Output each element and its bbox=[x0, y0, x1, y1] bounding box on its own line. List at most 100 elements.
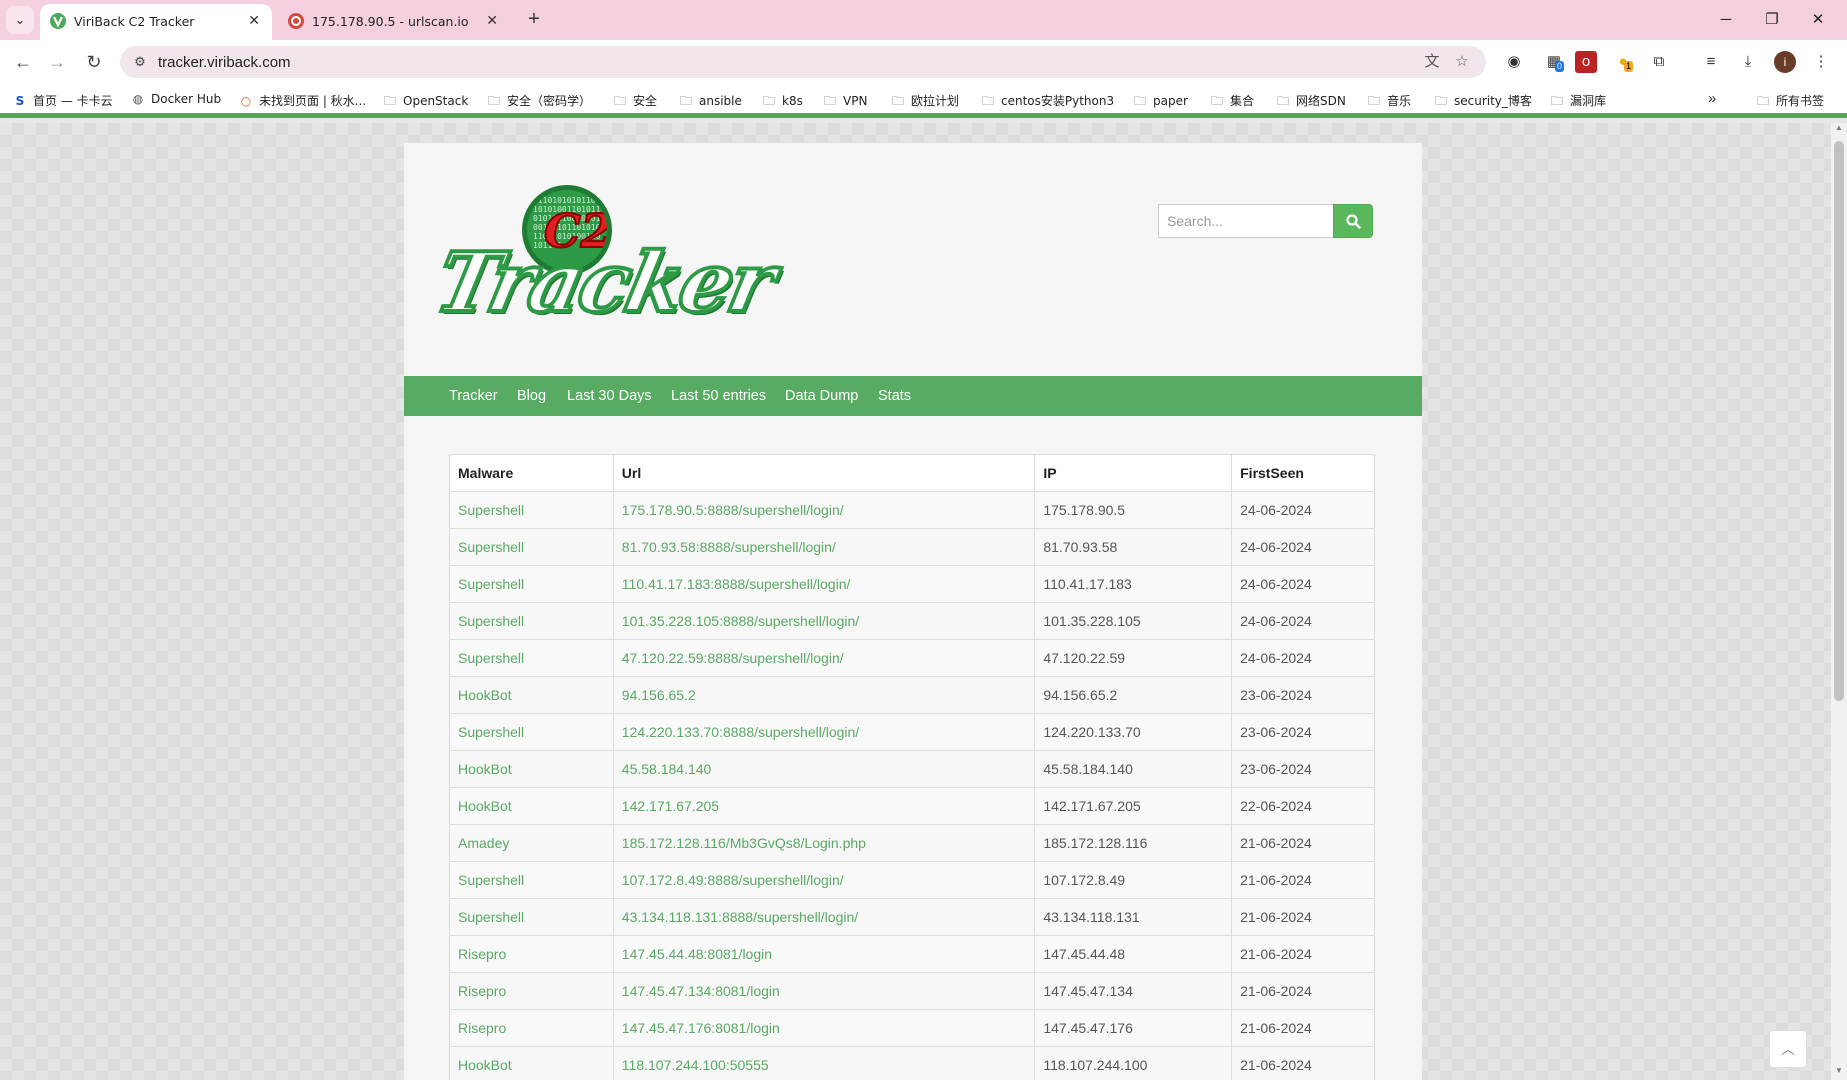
cell-url[interactable]: 47.120.22.59:8888/supershell/login/ bbox=[612, 639, 1036, 677]
bookmark-item[interactable]: 🗀 centos安装Python3 bbox=[980, 92, 1114, 113]
tab-search-chevron-icon[interactable]: ⌄ bbox=[6, 6, 34, 34]
extension-2-icon[interactable]: ▦ 0 bbox=[1543, 51, 1565, 73]
cell-malware[interactable]: Supershell bbox=[449, 898, 614, 936]
bookmarks-overflow-chevron-icon[interactable]: » bbox=[1708, 90, 1716, 107]
bookmark-label: 集合 bbox=[1230, 94, 1255, 108]
address-url[interactable]: tracker.viriback.com bbox=[158, 54, 291, 71]
search-button[interactable] bbox=[1333, 204, 1373, 238]
cell-malware[interactable]: Supershell bbox=[449, 491, 614, 529]
menu-kebab-icon[interactable]: ⋮ bbox=[1810, 51, 1832, 73]
bookmark-item[interactable]: 🗀 安全 bbox=[612, 92, 657, 113]
bookmark-item[interactable]: 🗀 欧拉计划 bbox=[890, 92, 959, 113]
cell-url[interactable]: 118.107.244.100:50555 bbox=[612, 1046, 1036, 1080]
nav-tracker[interactable]: Tracker bbox=[449, 388, 498, 404]
scroll-up-arrow-icon[interactable]: ▲ bbox=[1831, 123, 1847, 137]
bookmark-item[interactable]: 🗀 VPN bbox=[822, 92, 867, 113]
nav-data-dump[interactable]: Data Dump bbox=[785, 388, 858, 404]
cell-malware[interactable]: Supershell bbox=[449, 602, 614, 640]
nav-stats[interactable]: Stats bbox=[878, 388, 911, 404]
site-info-icon[interactable]: ⚙ bbox=[128, 50, 152, 74]
bookmark-item[interactable]: S 首页 — 卡卡云 bbox=[12, 92, 113, 109]
bookmark-label: 欧拉计划 bbox=[911, 94, 960, 108]
cell-url[interactable]: 175.178.90.5:8888/supershell/login/ bbox=[612, 491, 1036, 529]
cell-url[interactable]: 147.45.47.134:8081/login bbox=[612, 972, 1036, 1010]
reload-icon[interactable]: ↻ bbox=[79, 47, 109, 77]
cell-malware[interactable]: Risepro bbox=[449, 1009, 614, 1047]
close-tab-icon[interactable]: ✕ bbox=[248, 12, 260, 29]
bookmark-item[interactable]: 🗀 paper bbox=[1132, 92, 1188, 113]
close-tab-icon[interactable]: ✕ bbox=[486, 12, 498, 29]
nav-last-30-days[interactable]: Last 30 Days bbox=[567, 388, 652, 404]
tab-urlscan[interactable]: 175.178.90.5 - urlscan.io ✕ bbox=[278, 4, 510, 40]
close-window-icon[interactable]: ✕ bbox=[1795, 0, 1841, 40]
bookmark-item[interactable]: ◍ Docker Hub bbox=[130, 92, 221, 106]
bookmark-item[interactable]: 🗀 音乐 bbox=[1366, 92, 1411, 113]
cell-url[interactable]: 110.41.17.183:8888/supershell/login/ bbox=[612, 565, 1036, 603]
back-arrow-icon[interactable]: ← bbox=[8, 47, 38, 77]
cell-malware[interactable]: HookBot bbox=[449, 750, 614, 788]
cell-malware[interactable]: Supershell bbox=[449, 565, 614, 603]
bookmark-item[interactable]: 🗀 k8s bbox=[761, 92, 803, 113]
bookmark-item[interactable]: 🗀 网络SDN bbox=[1275, 92, 1346, 113]
page-scrollbar[interactable]: ▲ ▼ bbox=[1831, 123, 1847, 1080]
cell-malware[interactable]: HookBot bbox=[449, 787, 614, 825]
cell-url[interactable]: 107.172.8.49:8888/supershell/login/ bbox=[612, 861, 1036, 899]
cell-malware[interactable]: Supershell bbox=[449, 528, 614, 566]
search-input[interactable] bbox=[1158, 204, 1334, 238]
cell-malware[interactable]: Amadey bbox=[449, 824, 614, 862]
bookmark-item[interactable]: 🗀 漏洞库 bbox=[1549, 92, 1606, 113]
translate-icon[interactable]: 文 bbox=[1422, 52, 1442, 72]
scroll-to-top-button[interactable]: ︿ bbox=[1769, 1030, 1807, 1068]
cell-malware[interactable]: HookBot bbox=[449, 1046, 614, 1080]
cell-url[interactable]: 142.171.67.205 bbox=[612, 787, 1036, 825]
cell-url[interactable]: 147.45.47.176:8081/login bbox=[612, 1009, 1036, 1047]
extension-3-icon[interactable]: o bbox=[1575, 51, 1597, 73]
cell-url[interactable]: 45.58.184.140 bbox=[612, 750, 1036, 788]
cell-malware[interactable]: Risepro bbox=[449, 935, 614, 973]
site-logo[interactable]: 0110101010110010101001101011010101100101… bbox=[426, 185, 783, 333]
cell-ip: 142.171.67.205 bbox=[1034, 787, 1233, 825]
extension-4-icon[interactable]: ● 1 bbox=[1612, 51, 1634, 73]
nav-last-50-entries[interactable]: Last 50 entries bbox=[671, 388, 766, 404]
bookmark-item[interactable]: ○ 未找到页面 | 秋水... bbox=[238, 92, 366, 109]
forward-arrow-icon[interactable]: → bbox=[42, 47, 72, 77]
cell-url[interactable]: 147.45.44.48:8081/login bbox=[612, 935, 1036, 973]
media-controls-icon[interactable]: ≡ bbox=[1700, 51, 1722, 73]
cell-malware[interactable]: Risepro bbox=[449, 972, 614, 1010]
new-tab-plus-icon[interactable]: + bbox=[520, 6, 548, 34]
all-bookmarks[interactable]: 🗀 所有书签 bbox=[1755, 92, 1824, 113]
cell-malware[interactable]: Supershell bbox=[449, 861, 614, 899]
extension-1-icon[interactable]: ◉ bbox=[1503, 51, 1525, 73]
viriback-v-icon bbox=[50, 13, 66, 29]
cell-url[interactable]: 124.220.133.70:8888/supershell/login/ bbox=[612, 713, 1036, 751]
tab-viriback[interactable]: ViriBack C2 Tracker ✕ bbox=[40, 4, 272, 40]
bookmark-item[interactable]: 🗀 OpenStack bbox=[382, 92, 468, 113]
scroll-down-arrow-icon[interactable]: ▼ bbox=[1831, 1066, 1847, 1080]
cell-firstseen: 22-06-2024 bbox=[1231, 787, 1375, 825]
cell-url[interactable]: 185.172.128.116/Mb3GvQs8/Login.php bbox=[612, 824, 1036, 862]
cell-ip: 94.156.65.2 bbox=[1034, 676, 1233, 714]
profile-avatar[interactable]: i bbox=[1774, 51, 1796, 73]
cell-malware[interactable]: Supershell bbox=[449, 713, 614, 751]
extensions-puzzle-icon[interactable]: ⧉ bbox=[1648, 51, 1670, 73]
bookmark-item[interactable]: 🗀 集合 bbox=[1209, 92, 1254, 113]
scrollbar-thumb[interactable] bbox=[1834, 141, 1844, 701]
bookmark-item[interactable]: 🗀 安全（密码学） bbox=[486, 92, 591, 113]
bookmark-item[interactable]: 🗀 security_博客 bbox=[1433, 92, 1532, 113]
minimize-icon[interactable]: ─ bbox=[1703, 0, 1749, 40]
cell-malware[interactable]: HookBot bbox=[449, 676, 614, 714]
cell-firstseen: 24-06-2024 bbox=[1231, 565, 1375, 603]
address-bar[interactable]: ⚙ tracker.viriback.com 文 ☆ bbox=[120, 46, 1486, 78]
nav-blog[interactable]: Blog bbox=[517, 388, 546, 404]
cell-url[interactable]: 101.35.228.105:8888/supershell/login/ bbox=[612, 602, 1036, 640]
bookmark-star-icon[interactable]: ☆ bbox=[1452, 52, 1472, 72]
bookmark-label: 所有书签 bbox=[1776, 94, 1825, 108]
bookmark-item[interactable]: 🗀 ansible bbox=[678, 92, 742, 113]
cell-malware[interactable]: Supershell bbox=[449, 639, 614, 677]
cell-url[interactable]: 43.134.118.131:8888/supershell/login/ bbox=[612, 898, 1036, 936]
extension-badge: 0 bbox=[1555, 61, 1565, 72]
cell-url[interactable]: 94.156.65.2 bbox=[612, 676, 1036, 714]
downloads-icon[interactable]: ⤓ bbox=[1737, 51, 1759, 73]
restore-icon[interactable]: ❐ bbox=[1749, 0, 1795, 40]
cell-url[interactable]: 81.70.93.58:8888/supershell/login/ bbox=[612, 528, 1036, 566]
